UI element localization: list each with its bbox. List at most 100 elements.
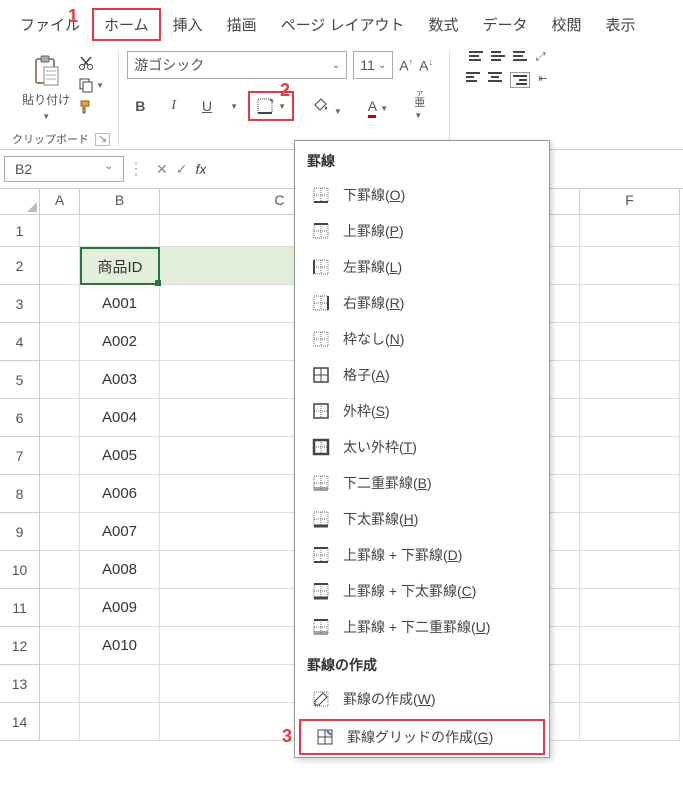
cell[interactable] (40, 399, 80, 437)
align-right-button[interactable] (510, 72, 530, 88)
cell[interactable] (40, 665, 80, 703)
border-menu-item[interactable]: 枠なし(N) (295, 321, 549, 357)
fx-button[interactable]: fx (195, 161, 206, 178)
cell[interactable] (580, 703, 680, 741)
row-header-2[interactable]: 2 (0, 247, 40, 285)
cell[interactable] (580, 551, 680, 589)
menu-pagelayout[interactable]: ページ レイアウト (269, 8, 417, 41)
cell[interactable] (580, 437, 680, 475)
align-middle-button[interactable] (491, 51, 505, 64)
name-box[interactable]: B2 ⌄ (4, 156, 124, 182)
menu-draw[interactable]: 描画 (215, 8, 269, 41)
cell[interactable] (580, 475, 680, 513)
cell[interactable] (580, 323, 680, 361)
select-all-button[interactable] (0, 189, 40, 215)
row-header-10[interactable]: 10 (0, 551, 40, 589)
font-increase-button[interactable]: A↑ (399, 57, 413, 74)
align-bottom-button[interactable] (513, 51, 527, 64)
border-menu-item[interactable]: 左罫線(L) (295, 249, 549, 285)
row-header-7[interactable]: 7 (0, 437, 40, 475)
draw-border-grid-button[interactable]: 罫線グリッドの作成(G) (299, 719, 545, 755)
col-header-B[interactable]: B (80, 189, 160, 215)
align-center-button[interactable] (488, 72, 502, 88)
menu-view[interactable]: 表示 (594, 8, 648, 41)
col-header-F[interactable]: F (580, 189, 680, 215)
row-header-6[interactable]: 6 (0, 399, 40, 437)
underline-button[interactable]: U (194, 94, 220, 118)
cell[interactable] (80, 703, 160, 741)
cell[interactable] (40, 361, 80, 399)
italic-button[interactable]: I (163, 94, 184, 118)
border-menu-item[interactable]: 太い外枠(T) (295, 429, 549, 465)
fill-color-button[interactable]: ▼ (304, 92, 350, 121)
cell[interactable] (580, 361, 680, 399)
menu-formulas[interactable]: 数式 (416, 8, 470, 41)
dialog-launcher-icon[interactable]: ↘ (95, 133, 110, 146)
draw-border-button[interactable]: 罫線の作成(W) (295, 681, 549, 717)
cell[interactable]: A005 (80, 437, 160, 475)
cell[interactable]: A001 (80, 285, 160, 323)
furigana-button[interactable]: ア亜 ▼ (406, 87, 433, 125)
border-menu-item[interactable]: 下太罫線(H) (295, 501, 549, 537)
border-menu-item[interactable]: 上罫線(P) (295, 213, 549, 249)
cell[interactable] (40, 437, 80, 475)
font-name-dropdown[interactable]: 游ゴシック ⌄ (127, 51, 347, 79)
cell[interactable] (580, 513, 680, 551)
cell[interactable] (40, 703, 80, 741)
border-menu-item[interactable]: 外枠(S) (295, 393, 549, 429)
cell[interactable] (580, 215, 680, 247)
row-header-13[interactable]: 13 (0, 665, 40, 703)
cell[interactable]: A006 (80, 475, 160, 513)
cell[interactable] (40, 551, 80, 589)
border-menu-item[interactable]: 上罫線 + 下罫線(D) (295, 537, 549, 573)
cell[interactable]: A007 (80, 513, 160, 551)
border-menu-item[interactable]: 上罫線 + 下二重罫線(U) (295, 609, 549, 645)
row-header-3[interactable]: 3 (0, 285, 40, 323)
cell[interactable] (40, 215, 80, 247)
font-size-dropdown[interactable]: 11 ⌄ (353, 51, 393, 79)
cell[interactable]: A002 (80, 323, 160, 361)
cell[interactable] (580, 247, 680, 285)
font-color-button[interactable]: A ▼ (360, 94, 396, 118)
align-top-button[interactable] (469, 51, 483, 64)
menu-review[interactable]: 校閲 (540, 8, 594, 41)
border-menu-item[interactable]: 下二重罫線(B) (295, 465, 549, 501)
border-menu-item[interactable]: 上罫線 + 下太罫線(C) (295, 573, 549, 609)
bold-button[interactable]: B (127, 94, 153, 118)
row-header-11[interactable]: 11 (0, 589, 40, 627)
cell[interactable] (580, 627, 680, 665)
cell[interactable]: A003 (80, 361, 160, 399)
confirm-formula-button[interactable]: ✓ (176, 161, 188, 178)
align-left-button[interactable] (466, 72, 480, 88)
row-header-9[interactable]: 9 (0, 513, 40, 551)
row-header-8[interactable]: 8 (0, 475, 40, 513)
format-painter-button[interactable] (78, 99, 104, 115)
cell[interactable] (40, 285, 80, 323)
orientation-button[interactable]: ⤢ (535, 51, 544, 64)
cell[interactable] (40, 323, 80, 361)
cell[interactable] (580, 399, 680, 437)
cell[interactable] (580, 665, 680, 703)
cut-button[interactable] (78, 55, 104, 71)
row-header-4[interactable]: 4 (0, 323, 40, 361)
cancel-formula-button[interactable]: ✕ (156, 161, 168, 178)
cell[interactable]: A004 (80, 399, 160, 437)
menu-data[interactable]: データ (471, 8, 540, 41)
copy-button[interactable]: ▼ (78, 77, 104, 93)
cell[interactable] (580, 285, 680, 323)
cell[interactable] (80, 215, 160, 247)
cell[interactable] (40, 589, 80, 627)
cell[interactable] (40, 247, 80, 285)
cell[interactable] (40, 475, 80, 513)
menu-file[interactable]: ファイル (8, 8, 92, 41)
row-header-1[interactable]: 1 (0, 215, 40, 247)
font-decrease-button[interactable]: A↓ (419, 57, 433, 74)
cell-B2-selected[interactable]: 商品ID (80, 247, 160, 285)
row-header-5[interactable]: 5 (0, 361, 40, 399)
menu-home[interactable]: ホーム (92, 8, 161, 41)
cell[interactable] (40, 513, 80, 551)
indent-decrease-button[interactable]: ⇤ (538, 72, 547, 88)
cell[interactable]: A008 (80, 551, 160, 589)
menu-insert[interactable]: 挿入 (161, 8, 215, 41)
row-header-14[interactable]: 14 (0, 703, 40, 741)
